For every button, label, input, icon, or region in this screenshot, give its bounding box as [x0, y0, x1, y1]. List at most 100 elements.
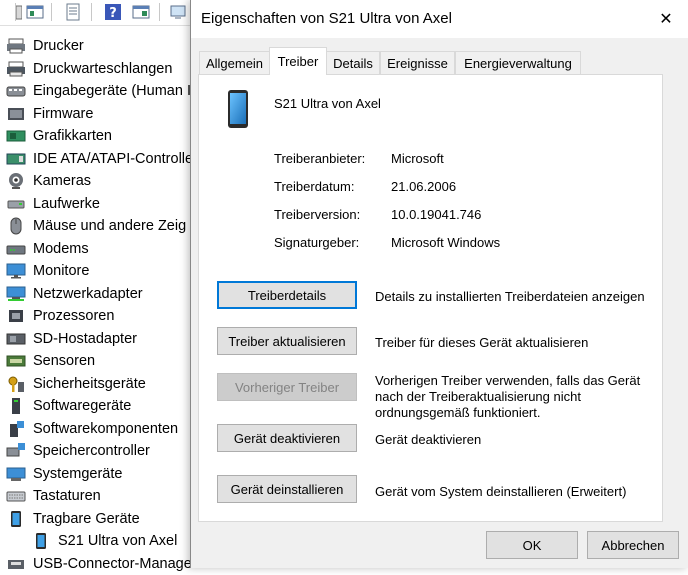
tree-item-label: Prozessoren — [33, 308, 115, 324]
device-manager-window: ? Drucker Druckwarteschlangen Eingabegerät… — [0, 0, 200, 572]
sensor-icon — [6, 352, 26, 370]
firmware-icon — [6, 105, 26, 123]
tree-item-label: Modems — [33, 240, 89, 257]
driver-version-label: Treiberversion: — [274, 207, 361, 222]
tab-ereignisse[interactable]: Ereignisse — [380, 51, 455, 74]
tree-item-softwaregeräte[interactable]: Softwaregeräte — [6, 395, 131, 417]
toolbar-separator — [159, 3, 160, 21]
ok-button[interactable]: OK — [486, 531, 578, 559]
tree-item-usb-connector-manage[interactable]: USB-Connector-Manage — [6, 553, 192, 575]
portable-device-icon — [6, 510, 26, 528]
tree-item-label: Eingabegeräte (Human I — [33, 83, 191, 99]
tree-item-speichercontroller[interactable]: Speichercontroller — [6, 440, 150, 462]
phone-icon — [227, 89, 249, 132]
print-queue-icon — [6, 60, 26, 78]
mouse-icon — [6, 217, 26, 235]
properties-icon[interactable] — [62, 2, 84, 22]
tree-item-label: Firmware — [33, 105, 94, 122]
disable-device-button[interactable]: Gerät deaktivieren — [217, 424, 357, 452]
scan-hardware-icon[interactable] — [168, 2, 190, 22]
tree-item-sensoren[interactable]: Sensoren — [6, 350, 95, 372]
tab-energieverwaltung[interactable]: Energieverwaltung — [455, 51, 581, 74]
dialog-titlebar[interactable]: Eigenschaften von S21 Ultra von Axel ✕ — [191, 0, 688, 38]
tree-item-label: Kameras — [33, 173, 92, 189]
uninstall-device-button[interactable]: Gerät deinstallieren — [217, 475, 357, 503]
toolbar-separator — [51, 3, 52, 21]
tree-item-label: Monitore — [33, 263, 90, 279]
hid-icon — [6, 82, 26, 100]
tree-item-label: S21 Ultra von Axel — [58, 533, 178, 549]
processor-icon — [6, 307, 26, 325]
tree-item-druckwarteschlangen[interactable]: Druckwarteschlangen — [6, 58, 172, 80]
tree-item-kameras[interactable]: Kameras — [6, 170, 91, 192]
tab-treiber[interactable]: Treiber — [269, 47, 327, 75]
network-adapter-icon — [6, 285, 26, 303]
driver-date-label: Treiberdatum: — [274, 179, 355, 194]
tree-item-ide-ata-atapi-controller[interactable]: IDE ATA/ATAPI-Controller — [6, 148, 198, 170]
security-device-icon — [6, 375, 26, 393]
driver-provider-value: Microsoft — [391, 151, 444, 166]
toolbar-separator — [91, 3, 92, 21]
storage-controller-icon — [6, 442, 26, 460]
digital-signer-label: Signaturgeber: — [274, 235, 360, 250]
tree-item-laufwerke[interactable]: Laufwerke — [6, 193, 100, 215]
tree-item-label: IDE ATA/ATAPI-Controller — [33, 150, 198, 167]
tree-item-sicherheitsgeräte[interactable]: Sicherheitsgeräte — [6, 373, 146, 395]
tree-item-modems[interactable]: Modems — [6, 238, 89, 260]
tree-item-tragbare-geräte[interactable]: Tragbare Geräte — [6, 508, 140, 530]
tree-item-label: Mäuse und andere Zeig — [33, 218, 187, 234]
display-adapter-icon — [6, 127, 26, 145]
driver-provider-label: Treiberanbieter: — [274, 151, 366, 166]
tree-item-prozessoren[interactable]: Prozessoren — [6, 305, 114, 327]
uninstall-device-description: Gerät vom System deinstallieren (Erweite… — [375, 484, 627, 499]
roll-back-driver-description: Vorherigen Treiber verwenden, falls das … — [375, 373, 641, 420]
toolbar-separator — [15, 3, 16, 21]
modem-icon — [6, 240, 26, 258]
tree-item-tastaturen[interactable]: Tastaturen — [6, 485, 101, 507]
digital-signer-value: Microsoft Windows — [391, 235, 501, 250]
driver-details-description: Details zu installierten Treiberdateien … — [375, 289, 645, 304]
phone-icon — [31, 532, 51, 550]
tree-item-label: Softwarekomponenten — [33, 420, 179, 437]
tree-item-netzwerkadapter[interactable]: Netzwerkadapter — [6, 283, 143, 305]
tree-item-label: Grafikkarten — [33, 128, 112, 144]
tree-item-systemgeräte[interactable]: Systemgeräte — [6, 463, 122, 485]
roll-back-driver-button[interactable]: Vorheriger Treiber — [217, 373, 357, 401]
tree-item-label: Tragbare Geräte — [33, 510, 140, 527]
show-hide-console-tree-icon[interactable] — [24, 2, 46, 22]
usb-connector-icon — [6, 555, 26, 573]
action-pane-icon[interactable] — [130, 2, 152, 22]
tree-item-label: Laufwerke — [33, 195, 100, 212]
tree-item-grafikkarten[interactable]: Grafikkarten — [6, 125, 112, 147]
tree-item-firmware[interactable]: Firmware — [6, 103, 93, 125]
ide-controller-icon — [6, 150, 26, 168]
keyboard-icon — [6, 487, 26, 505]
tree-item-label: Sicherheitsgeräte — [33, 375, 146, 392]
svg-text:?: ? — [109, 6, 117, 21]
tab-allgemein[interactable]: Allgemein — [199, 51, 270, 74]
tree-item-softwarekomponenten[interactable]: Softwarekomponenten — [6, 418, 178, 440]
monitor-icon — [6, 262, 26, 280]
tree-item-sd-hostadapter[interactable]: SD-Hostadapter — [6, 328, 137, 350]
driver-date-value: 21.06.2006 — [391, 179, 457, 194]
tree-item-label: Druckwarteschlangen — [33, 60, 173, 77]
tree-item-monitore[interactable]: Monitore — [6, 260, 89, 282]
device-name: S21 Ultra von Axel — [274, 96, 381, 111]
tree-item-label: Systemgeräte — [33, 465, 123, 482]
tree-item-label: Sensoren — [33, 353, 96, 369]
cancel-button[interactable]: Abbrechen — [587, 531, 679, 559]
tree-item-drucker[interactable]: Drucker — [6, 35, 84, 57]
tab-details[interactable]: Details — [326, 51, 380, 74]
properties-dialog: Eigenschaften von S21 Ultra von Axel ✕ A… — [190, 0, 688, 568]
tree-item-mäuse-und-andere-zeig[interactable]: Mäuse und andere Zeig — [6, 215, 186, 237]
driver-details-button[interactable]: Treiberdetails — [217, 281, 357, 309]
tree-item-s21-ultra-von-axel[interactable]: S21 Ultra von Axel — [31, 530, 177, 552]
update-driver-button[interactable]: Treiber aktualisieren — [217, 327, 357, 355]
tree-item-eingabegeräte-human-i[interactable]: Eingabegeräte (Human I — [6, 80, 191, 102]
close-button[interactable]: ✕ — [643, 0, 688, 38]
camera-icon — [6, 172, 26, 190]
driver-tab-panel: S21 Ultra von Axel Treiberanbieter: Micr… — [198, 74, 663, 522]
help-icon[interactable]: ? — [102, 2, 124, 22]
update-driver-description: Treiber für dieses Gerät aktualisieren — [375, 335, 589, 350]
tree-item-label: Drucker — [33, 38, 84, 54]
